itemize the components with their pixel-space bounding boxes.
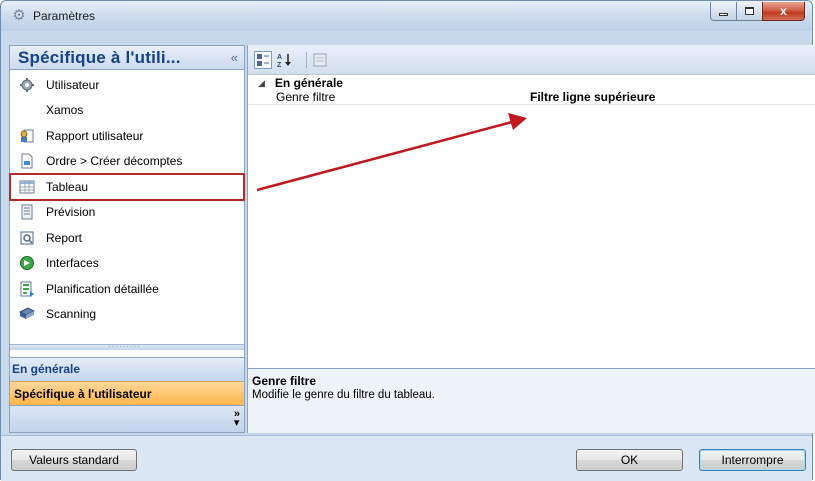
description-title: Genre filtre [252, 374, 317, 388]
collapse-triangle-icon[interactable]: ◢ [258, 78, 265, 89]
sidebar-item-label: Scanning [46, 307, 97, 322]
sidebar-item-tableau[interactable]: Tableau [9, 173, 245, 201]
sidebar-item-label: Rapport utilisateur [46, 128, 144, 143]
minimize-icon [719, 12, 728, 16]
property-toolbar: AZ [248, 45, 815, 75]
property-value[interactable]: Filtre ligne supérieure [530, 90, 655, 104]
gear-icon [19, 77, 35, 93]
sidebar-item-utilisateur[interactable]: Utilisateur [10, 72, 244, 98]
sidebar-item-scanning[interactable]: Scanning [10, 302, 244, 328]
sidebar-item-label: Planification détaillée [46, 281, 159, 296]
category-panel-header: Spécifique à l'utili... « [10, 46, 244, 70]
table-icon [19, 179, 35, 195]
svg-text:A: A [277, 54, 282, 61]
sidebar-item-label: Xamos [46, 103, 84, 118]
window-title: Paramètres [33, 9, 96, 23]
sort-az-icon: AZ [277, 54, 291, 68]
grid-category-label: En générale [274, 76, 343, 90]
nav-button-label: En générale [12, 362, 81, 376]
sidebar-item-ordre-creer-decomptes[interactable]: Ordre > Créer décomptes [10, 149, 244, 175]
scanning-icon [19, 306, 35, 322]
property-description: Genre filtre Modifie le genre du filtre … [248, 368, 815, 433]
sidebar-item-interfaces[interactable]: Interfaces [10, 251, 244, 277]
grip-dots: ········· [108, 342, 141, 351]
user-report-icon [19, 128, 35, 144]
splitter-grip[interactable]: ········· [10, 342, 244, 351]
category-list: Utilisateur Xamos Rapport utilisateur Or… [9, 72, 245, 328]
sidebar-item-label: Ordre > Créer décomptes [46, 154, 183, 169]
collapse-icon[interactable]: « [231, 50, 238, 65]
standard-values-button[interactable]: Valeurs standard [11, 449, 137, 471]
grid-category-en-generale[interactable]: ◢ En générale [248, 76, 815, 90]
blank-icon [19, 102, 35, 118]
property-pages-icon [313, 53, 327, 67]
property-panel: AZ ◢ En générale Genre filtre Filtre lig… [247, 45, 815, 433]
report-icon [19, 230, 35, 246]
settings-window: ⚙ Paramètres x Spécifique à l'utili... «… [0, 0, 815, 481]
close-icon: x [780, 4, 787, 18]
category-panel: Spécifique à l'utili... « Utilisateur Xa… [9, 45, 245, 433]
sidebar-item-label: Prévision [46, 205, 96, 220]
gear-icon: ⚙ [12, 7, 26, 24]
cancel-button[interactable]: Interrompre [699, 449, 806, 471]
sidebar-item-planification-detaillee[interactable]: Planification détaillée [10, 276, 244, 302]
category-panel-title: Spécifique à l'utili... [18, 48, 181, 67]
property-name: Genre filtre [276, 90, 336, 104]
forecast-icon [19, 204, 35, 220]
maximize-button[interactable] [736, 2, 763, 21]
categorized-icon [257, 54, 269, 66]
svg-text:Z: Z [277, 62, 282, 68]
property-grid: ◢ En générale Genre filtre Filtre ligne … [248, 76, 815, 105]
description-text: Modifie le genre du filtre du tableau. [252, 389, 435, 401]
interfaces-icon [19, 255, 35, 271]
categorized-view-button[interactable] [254, 51, 272, 69]
ok-button[interactable]: OK [576, 449, 683, 471]
nav-button-en-generale[interactable]: En générale [10, 357, 244, 381]
nav-button-specifique-utilisateur[interactable]: Spécifique à l'utilisateur [10, 381, 244, 405]
sidebar-item-label: Interfaces [46, 256, 99, 271]
close-button[interactable]: x [762, 2, 805, 21]
toolbar-separator [306, 52, 307, 68]
sidebar-item-rapport-utilisateur[interactable]: Rapport utilisateur [10, 123, 244, 149]
maximize-icon [745, 7, 754, 15]
sidebar-item-xamos[interactable]: Xamos [10, 98, 244, 124]
sidebar-item-label: Tableau [46, 179, 89, 194]
sidebar-item-report[interactable]: Report [10, 225, 244, 251]
nav-button-label: Spécifique à l'utilisateur [14, 387, 152, 401]
alphabetical-sort-button[interactable]: AZ [275, 51, 293, 69]
document-icon [19, 153, 35, 169]
property-pages-button[interactable] [311, 51, 329, 69]
sidebar-item-label: Utilisateur [46, 77, 100, 92]
sidebar-item-prevision[interactable]: Prévision [10, 200, 244, 226]
dialog-footer: Valeurs standard OK Interrompre [1, 435, 812, 481]
nav-overflow-bar: » ▾ [10, 405, 244, 432]
grid-row-genre-filtre[interactable]: Genre filtre Filtre ligne supérieure [248, 90, 815, 105]
planning-icon [19, 281, 35, 297]
sidebar-item-label: Report [46, 230, 83, 245]
title-bar[interactable]: ⚙ Paramètres x [1, 1, 812, 31]
chevron-more-icon[interactable]: » ▾ [234, 409, 240, 429]
minimize-button[interactable] [710, 2, 737, 21]
window-controls: x [710, 2, 805, 22]
